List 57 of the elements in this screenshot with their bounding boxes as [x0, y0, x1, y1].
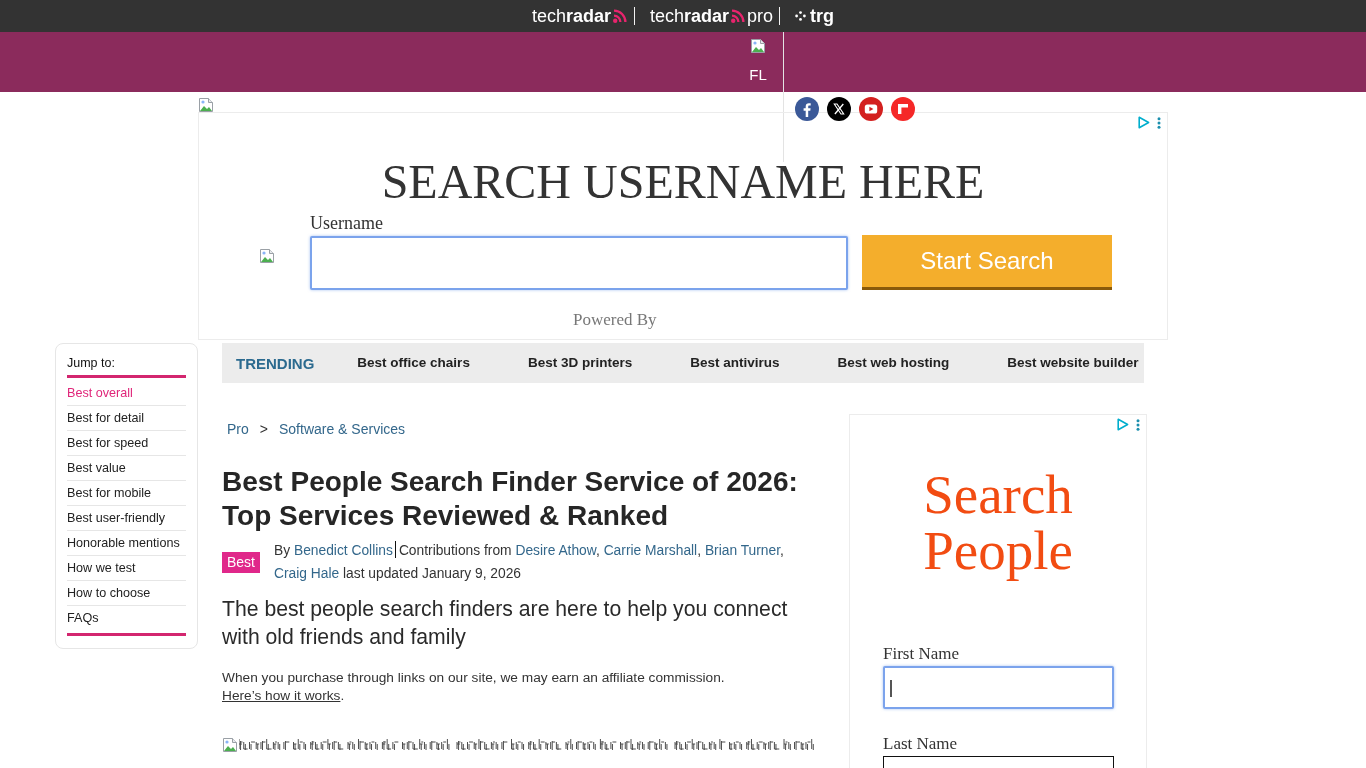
- logo-link[interactable]: techradar: [531, 6, 628, 26]
- trending-link[interactable]: Best 3D printers: [527, 353, 633, 373]
- facebook-icon[interactable]: [795, 97, 819, 121]
- dots-icon: [795, 10, 807, 22]
- flipboard-icon[interactable]: [891, 97, 915, 121]
- more-options-icon[interactable]: [1157, 116, 1161, 129]
- jump-link[interactable]: Best for detail: [67, 406, 186, 431]
- promo-text: FL: [749, 66, 767, 84]
- field-label: Username: [310, 213, 384, 233]
- jump-link[interactable]: Best for speed: [67, 431, 186, 456]
- jump-link[interactable]: Best overall: [67, 381, 186, 406]
- contributor-link[interactable]: Craig Hale: [274, 566, 340, 581]
- field-label: First Name: [883, 644, 961, 664]
- jump-link[interactable]: FAQs: [67, 606, 186, 630]
- jump-link[interactable]: Best value: [67, 456, 186, 481]
- breadcrumb-separator: >: [259, 420, 268, 439]
- broken-image-icon: [259, 248, 275, 264]
- logo-link[interactable]: trg: [795, 6, 835, 26]
- triangle-icon[interactable]: [1117, 418, 1129, 431]
- jump-link[interactable]: Honorable mentions: [67, 531, 186, 556]
- trending-label: TRENDING: [236, 353, 315, 374]
- ad-heading: Search People: [922, 467, 1074, 579]
- powered-by-text: Powered By: [573, 311, 657, 329]
- author-link[interactable]: Benedict Collins: [293, 543, 393, 558]
- byline: By Benedict Collins Contributions from Desire Athow, Carrie Marshall, Brian Turner, Craig Hale last updated January 9, 2026: [274, 540, 785, 583]
- logo-link[interactable]: techradar pro: [650, 6, 774, 26]
- input-field[interactable]: [883, 666, 1114, 709]
- breadcrumb-link[interactable]: Pro: [227, 419, 249, 439]
- contributor-link[interactable]: Carrie Marshall: [603, 543, 698, 558]
- jump-link[interactable]: Best user-friendly: [67, 506, 186, 531]
- contributor-link[interactable]: Brian Turner: [704, 543, 781, 558]
- radar-icon: [730, 8, 747, 24]
- trending-link[interactable]: Best web hosting: [837, 353, 950, 373]
- broken-image-icon: [750, 38, 766, 54]
- article-title: Best People Search Finder Service of 2026: Top Services Reviewed & Ranked: [222, 465, 799, 533]
- text-cursor-icon: [890, 680, 892, 697]
- jump-link[interactable]: How to choose: [67, 581, 186, 606]
- jump-link[interactable]: How we test: [67, 556, 186, 581]
- trending-link[interactable]: Best office chairs: [357, 353, 470, 373]
- jump-to-title: Jump to:: [67, 355, 116, 372]
- jump-link[interactable]: Best for mobile: [67, 481, 186, 506]
- trending-link[interactable]: Best antivirus: [690, 353, 780, 373]
- trending-link[interactable]: Best website builder: [1007, 353, 1139, 373]
- ad-heading: SEARCH USERNAME HERE: [381, 154, 985, 209]
- youtube-icon[interactable]: [859, 97, 883, 121]
- radar-icon: [612, 8, 628, 24]
- more-options-icon[interactable]: [1136, 418, 1140, 431]
- article-subtitle: The best people search finders are here to help you connect with old friends and family: [222, 596, 789, 651]
- breadcrumb-link[interactable]: Software & Services: [279, 419, 406, 439]
- field-label: Last Name: [883, 734, 959, 754]
- contributor-link[interactable]: Desire Athow: [515, 543, 596, 558]
- affiliate-disclosure: When you purchase through links on our site, we may earn an affiliate commission. Here’s how it works.: [222, 669, 726, 705]
- broken-image-icon: [222, 737, 238, 753]
- username-field[interactable]: [310, 236, 848, 290]
- x-logo-icon[interactable]: [827, 97, 851, 121]
- triangle-icon[interactable]: [1138, 116, 1150, 129]
- category-badge: Best: [222, 551, 260, 573]
